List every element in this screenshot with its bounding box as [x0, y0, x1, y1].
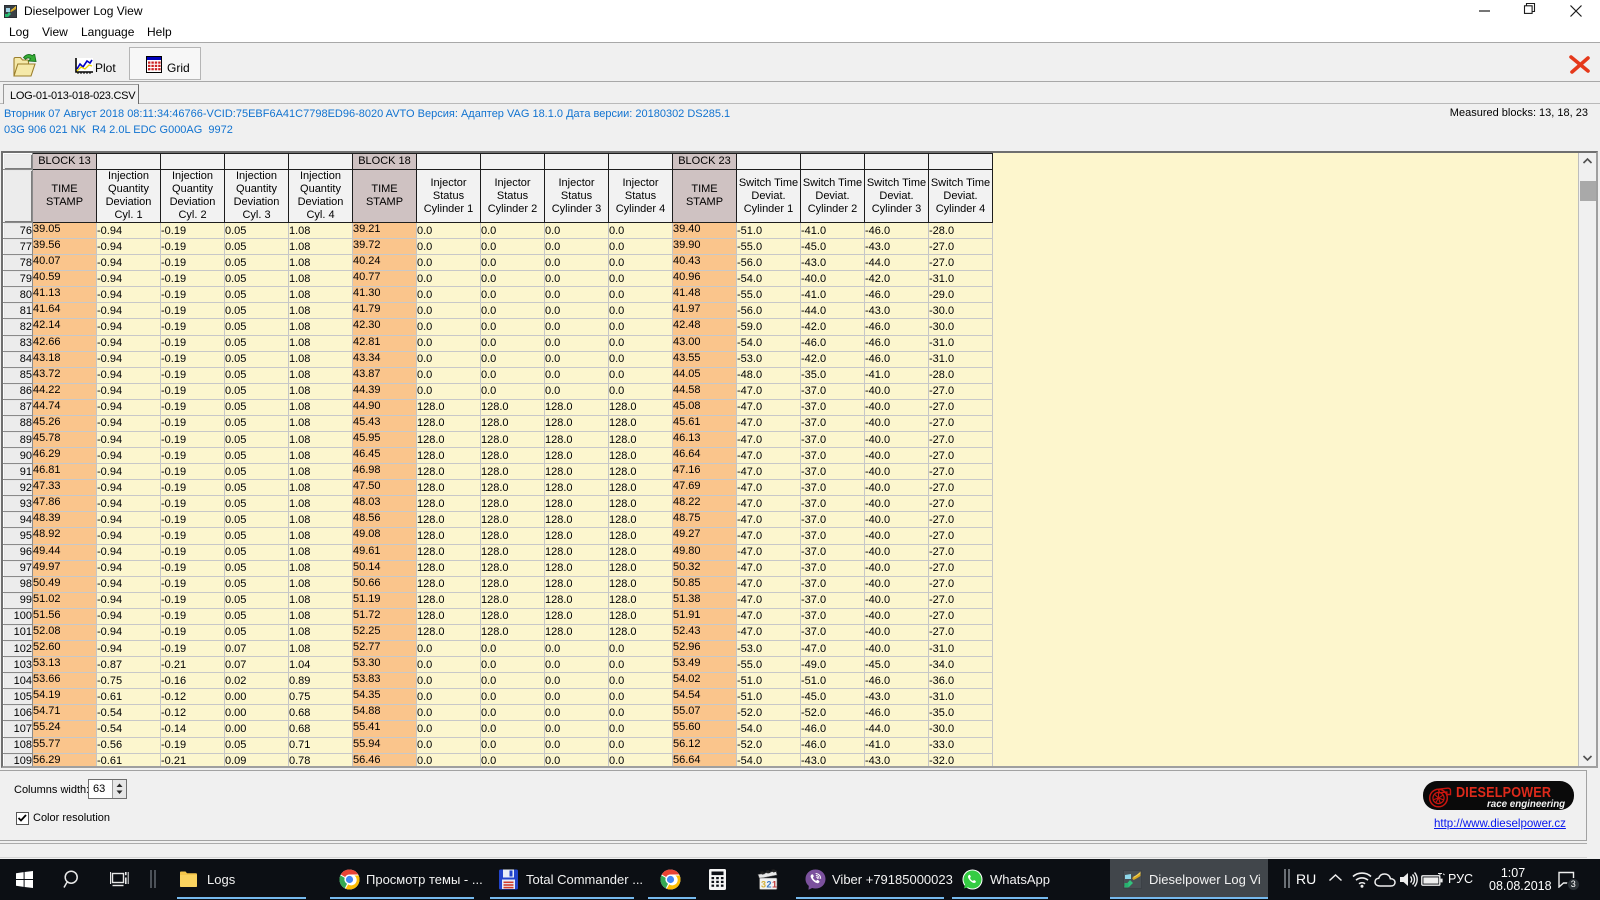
- svg-text:2: 2: [767, 880, 772, 890]
- svg-text:3: 3: [761, 880, 766, 890]
- svg-text:1: 1: [772, 880, 777, 890]
